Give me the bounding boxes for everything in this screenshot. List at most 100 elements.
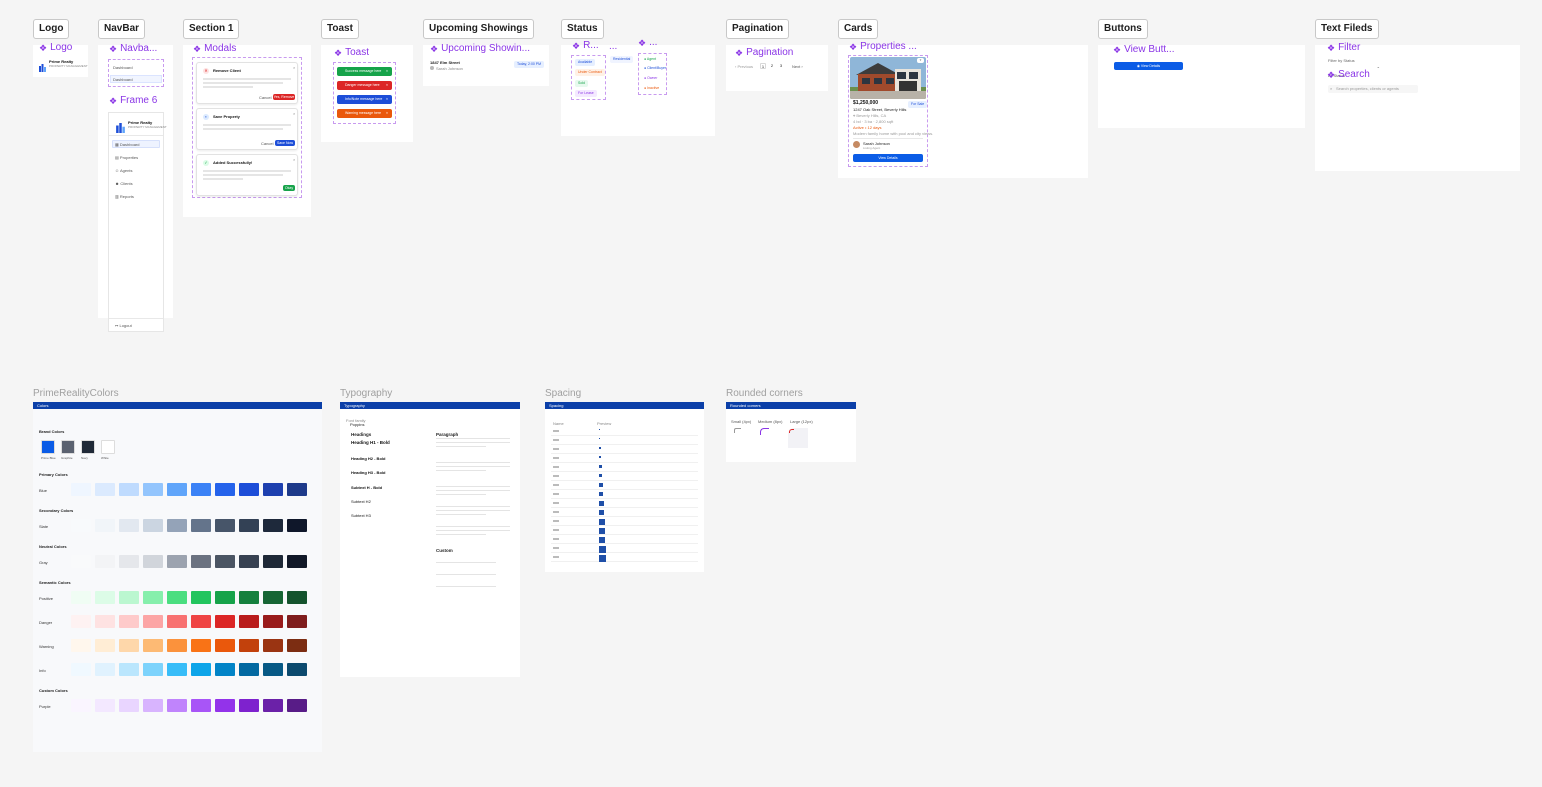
color-swatch[interactable] <box>215 615 235 628</box>
color-swatch[interactable] <box>119 591 139 604</box>
color-swatch[interactable] <box>167 663 187 676</box>
toast-info[interactable]: Info/Note message here × <box>337 95 392 104</box>
section-label-navbar[interactable]: NavBar <box>98 19 146 39</box>
toast-danger[interactable]: Danger message here × <box>337 81 392 90</box>
color-swatch[interactable] <box>119 699 139 712</box>
color-swatch[interactable] <box>287 699 307 712</box>
frame-title-typography[interactable]: Typography <box>340 388 392 399</box>
color-swatch[interactable] <box>263 555 283 568</box>
brand-swatch[interactable] <box>101 440 115 454</box>
brand-swatch[interactable] <box>81 440 95 454</box>
brand-swatch[interactable] <box>61 440 75 454</box>
pagination-next[interactable]: Next › <box>792 64 803 69</box>
cancel-button[interactable]: Cancel <box>261 141 273 146</box>
color-swatch[interactable] <box>143 591 163 604</box>
color-swatch[interactable] <box>191 555 211 568</box>
nav-variant-item[interactable]: Dashboard <box>113 65 133 70</box>
page-3[interactable]: 3 <box>778 63 784 69</box>
color-swatch[interactable] <box>239 555 259 568</box>
color-swatch[interactable] <box>263 639 283 652</box>
nav-item-logout[interactable]: ↦ Logout <box>115 323 132 328</box>
pagination-component-label[interactable]: ❖ Pagination <box>735 47 793 59</box>
frame-title-colors[interactable]: PrimeRealityColors <box>33 388 119 399</box>
color-swatch[interactable] <box>167 483 187 496</box>
color-swatch[interactable] <box>167 519 187 532</box>
color-swatch[interactable] <box>263 663 283 676</box>
color-swatch[interactable] <box>95 663 115 676</box>
color-swatch[interactable] <box>239 663 259 676</box>
cards-component-label[interactable]: ❖ Properties ... <box>849 41 917 53</box>
color-swatch[interactable] <box>119 615 139 628</box>
color-swatch[interactable] <box>287 615 307 628</box>
close-icon[interactable]: × <box>293 111 295 116</box>
status-component-label-3[interactable]: ❖... <box>638 37 657 49</box>
color-swatch[interactable] <box>71 555 91 568</box>
color-swatch[interactable] <box>143 555 163 568</box>
color-swatch[interactable] <box>71 615 91 628</box>
color-swatch[interactable] <box>239 639 259 652</box>
color-swatch[interactable] <box>119 555 139 568</box>
toast-warning[interactable]: Warning message here × <box>337 109 392 118</box>
color-swatch[interactable] <box>95 615 115 628</box>
color-swatch[interactable] <box>215 663 235 676</box>
frame6-component-label[interactable]: ❖ Frame 6 <box>109 95 157 107</box>
logo-component-label[interactable]: ❖ Logo <box>39 42 72 54</box>
page-1[interactable]: 1 <box>760 63 766 69</box>
color-swatch[interactable] <box>119 663 139 676</box>
color-swatch[interactable] <box>71 639 91 652</box>
color-swatch[interactable] <box>191 615 211 628</box>
color-swatch[interactable] <box>191 663 211 676</box>
color-swatch[interactable] <box>215 519 235 532</box>
color-swatch[interactable] <box>263 615 283 628</box>
color-swatch[interactable] <box>191 699 211 712</box>
frame-title-spacing[interactable]: Spacing <box>545 388 581 399</box>
close-icon[interactable]: × <box>386 81 388 90</box>
color-swatch[interactable] <box>143 615 163 628</box>
color-swatch[interactable] <box>215 591 235 604</box>
cancel-button[interactable]: Cancel <box>259 95 271 100</box>
color-swatch[interactable] <box>95 483 115 496</box>
section-label-pagination[interactable]: Pagination <box>726 19 790 39</box>
color-swatch[interactable] <box>287 519 307 532</box>
section-label-cards[interactable]: Cards <box>838 19 879 39</box>
color-swatch[interactable] <box>95 591 115 604</box>
color-swatch[interactable] <box>71 591 91 604</box>
section-label-toast[interactable]: Toast <box>321 19 359 39</box>
color-swatch[interactable] <box>95 555 115 568</box>
color-swatch[interactable] <box>239 519 259 532</box>
heart-icon[interactable]: ♥ <box>917 58 924 63</box>
close-icon[interactable]: × <box>293 65 295 70</box>
color-swatch[interactable] <box>215 483 235 496</box>
color-swatch[interactable] <box>71 483 91 496</box>
color-swatch[interactable] <box>167 555 187 568</box>
color-swatch[interactable] <box>167 639 187 652</box>
okay-button[interactable]: Okay <box>283 185 295 191</box>
section-label-section1[interactable]: Section 1 <box>183 19 240 39</box>
buttons-component-label[interactable]: ❖ View Butt... <box>1113 44 1174 56</box>
color-swatch[interactable] <box>71 699 91 712</box>
color-swatch[interactable] <box>239 699 259 712</box>
color-swatch[interactable] <box>287 663 307 676</box>
color-swatch[interactable] <box>119 519 139 532</box>
view-details-button[interactable]: ◉ View Details <box>1114 62 1183 70</box>
color-swatch[interactable] <box>167 699 187 712</box>
nav-variant-item-active[interactable]: Dashboard <box>113 77 133 82</box>
color-swatch[interactable] <box>143 519 163 532</box>
section-label-buttons[interactable]: Buttons <box>1098 19 1148 39</box>
save-now-button[interactable]: Save Now <box>275 140 295 146</box>
frame-title-corners[interactable]: Rounded corners <box>726 388 803 399</box>
nav-item-agents[interactable]: ☺ Agents <box>115 168 132 173</box>
color-swatch[interactable] <box>287 483 307 496</box>
search-input[interactable]: ⌕ Search properties, clients or agents <box>1328 85 1418 93</box>
confirm-remove-button[interactable]: Yes, Remove <box>273 94 295 100</box>
navbar-component-label[interactable]: ❖ Navba... <box>109 43 157 55</box>
color-swatch[interactable] <box>143 483 163 496</box>
pagination-previous[interactable]: ‹ Previous <box>735 64 753 69</box>
color-swatch[interactable] <box>119 639 139 652</box>
color-swatch[interactable] <box>215 699 235 712</box>
page-2[interactable]: 2 <box>769 63 775 69</box>
color-swatch[interactable] <box>71 663 91 676</box>
color-swatch[interactable] <box>191 591 211 604</box>
color-swatch[interactable] <box>263 699 283 712</box>
nav-item-properties[interactable]: ▤ Properties <box>115 155 138 160</box>
